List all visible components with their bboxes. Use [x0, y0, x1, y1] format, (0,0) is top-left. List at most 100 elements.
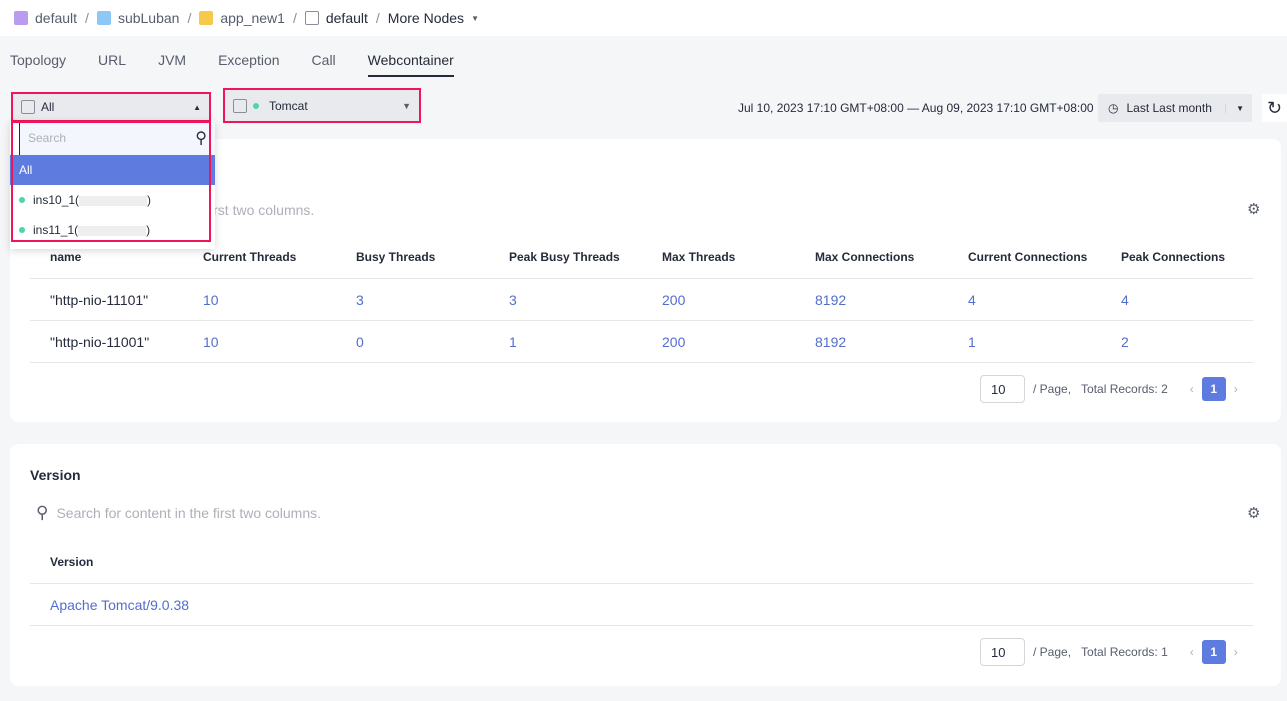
tab-url[interactable]: URL [98, 52, 126, 77]
option-label: All [19, 163, 33, 177]
refresh-button[interactable]: ↻ [1262, 94, 1287, 122]
crumb-label: app_new1 [220, 10, 285, 26]
per-page-label: / Page, [1033, 645, 1072, 659]
option-suffix: ) [146, 223, 151, 237]
cell: "http-nio-11001" [50, 334, 150, 350]
column-header: Peak Busy Threads [509, 250, 620, 264]
container-select[interactable]: Tomcat ▼ [223, 88, 421, 123]
caret-down-icon: ▼ [402, 100, 411, 111]
column-header: Current Threads [203, 250, 297, 264]
cell[interactable]: 0 [356, 334, 364, 350]
cell[interactable]: 1 [968, 334, 976, 350]
status-dot [19, 197, 25, 203]
search-icon: ⚲ [36, 503, 49, 522]
page-1-button[interactable]: 1 [1201, 377, 1226, 401]
column-header: Current Connections [968, 250, 1088, 264]
instance-dropdown: Search ⚲ All ins10_1() ins11_1() [10, 121, 215, 249]
option-label: ins10_1( [33, 193, 80, 207]
search-icon: ⚲ [195, 130, 207, 147]
settings-gear-icon[interactable]: ⚙ [1247, 504, 1260, 522]
tab-jvm[interactable]: JVM [158, 52, 186, 77]
crumb-environment[interactable]: default [304, 10, 368, 26]
version-search[interactable]: ⚲ Search for content in the first two col… [36, 503, 321, 523]
cell[interactable]: 3 [356, 292, 364, 308]
option-ins10[interactable]: ins10_1() [10, 185, 215, 215]
time-preset-value: Last Last month [1126, 101, 1212, 115]
page-size-select[interactable]: 10 [980, 638, 1025, 666]
dropdown-search[interactable]: Search ⚲ [19, 121, 215, 155]
status-dot [19, 227, 25, 233]
more-nodes-dropdown[interactable]: More Nodes ▼ [388, 10, 479, 26]
cell[interactable]: 4 [968, 292, 976, 308]
cell[interactable]: 8192 [815, 334, 846, 350]
container-select-value: Tomcat [269, 98, 308, 113]
caret-down-icon: ▼ [471, 13, 479, 23]
redacted-ip [78, 225, 147, 236]
environment-icon [304, 11, 319, 25]
cell[interactable]: 1 [509, 334, 517, 350]
crumb-label: subLuban [117, 10, 180, 26]
refresh-icon: ↻ [1266, 97, 1283, 118]
column-header: name [50, 250, 82, 264]
container-icon [233, 98, 247, 113]
instance-icon [21, 100, 35, 114]
tab-webcontainer[interactable]: Webcontainer [367, 52, 454, 77]
prev-page-icon[interactable]: ‹ [1190, 382, 1194, 396]
cell: "http-nio-11101" [50, 292, 149, 308]
total-records: Total Records: 2 [1081, 382, 1168, 396]
table-row[interactable]: Apache Tomcat/9.0.38 [50, 597, 189, 613]
page-1-button[interactable]: 1 [1201, 640, 1226, 664]
cell[interactable]: 8192 [815, 292, 846, 308]
column-header: Max Threads [662, 250, 736, 264]
caret-up-icon: ▲ [193, 102, 201, 112]
pagination: 10 / Page, Total Records: 1 ‹ 1 › [980, 638, 1238, 666]
app-cube-icon [199, 11, 214, 25]
page-size-select[interactable]: 10 [980, 375, 1025, 403]
cell[interactable]: 2 [1121, 334, 1129, 350]
settings-gear-icon[interactable]: ⚙ [1247, 200, 1260, 218]
instance-select-value: All [41, 100, 55, 114]
tab-call[interactable]: Call [312, 52, 336, 77]
version-card: Version ⚲ Search for content in the first… [10, 444, 1281, 686]
clock-icon: ◷ [1108, 101, 1119, 115]
cell[interactable]: 200 [662, 334, 685, 350]
crumb-folder[interactable]: subLuban [96, 10, 180, 26]
next-page-icon[interactable]: › [1234, 645, 1238, 659]
redacted-ip [79, 195, 148, 206]
time-range-text: Jul 10, 2023 17:10 GMT+08:00 — Aug 09, 2… [738, 101, 1094, 115]
crumb-app[interactable]: app_new1 [199, 10, 285, 26]
option-ins11[interactable]: ins11_1() [10, 215, 215, 245]
column-header: Max Connections [815, 250, 915, 264]
folder-icon [96, 11, 111, 25]
crumb-project[interactable]: default [14, 10, 77, 26]
column-header: Version [50, 555, 94, 569]
tab-topology[interactable]: Topology [10, 52, 66, 77]
option-all[interactable]: All [10, 155, 215, 185]
instance-select[interactable]: All ▲ [11, 92, 211, 122]
per-page-label: / Page, [1033, 382, 1072, 396]
cell[interactable]: 3 [509, 292, 517, 308]
option-suffix: ) [147, 193, 152, 207]
search-input[interactable]: Search for content in the first two colu… [56, 505, 321, 521]
project-icon [14, 11, 28, 25]
time-preset-select[interactable]: ◷ Last Last month ▼ [1098, 94, 1252, 122]
column-header: Busy Threads [356, 250, 436, 264]
cell[interactable]: 10 [203, 334, 219, 350]
prev-page-icon[interactable]: ‹ [1190, 645, 1194, 659]
caret-down-icon: ▼ [1225, 103, 1244, 113]
crumb-label: default [35, 10, 78, 26]
next-page-icon[interactable]: › [1234, 382, 1238, 396]
pagination: 10 / Page, Total Records: 2 ‹ 1 › [980, 375, 1238, 403]
cell[interactable]: 4 [1121, 292, 1129, 308]
crumb-label: default [325, 10, 368, 26]
column-header: Peak Connections [1121, 250, 1226, 264]
cell[interactable]: 10 [203, 292, 219, 308]
dropdown-search-input[interactable]: Search [28, 131, 66, 145]
crumb-label: More Nodes [387, 10, 465, 26]
cell[interactable]: 200 [662, 292, 685, 308]
status-dot [253, 102, 259, 109]
total-records: Total Records: 1 [1081, 645, 1168, 659]
tab-exception[interactable]: Exception [218, 52, 279, 77]
card-title: Version [30, 467, 81, 483]
tab-bar: Topology URL JVM Exception Call Webconta… [10, 52, 454, 77]
